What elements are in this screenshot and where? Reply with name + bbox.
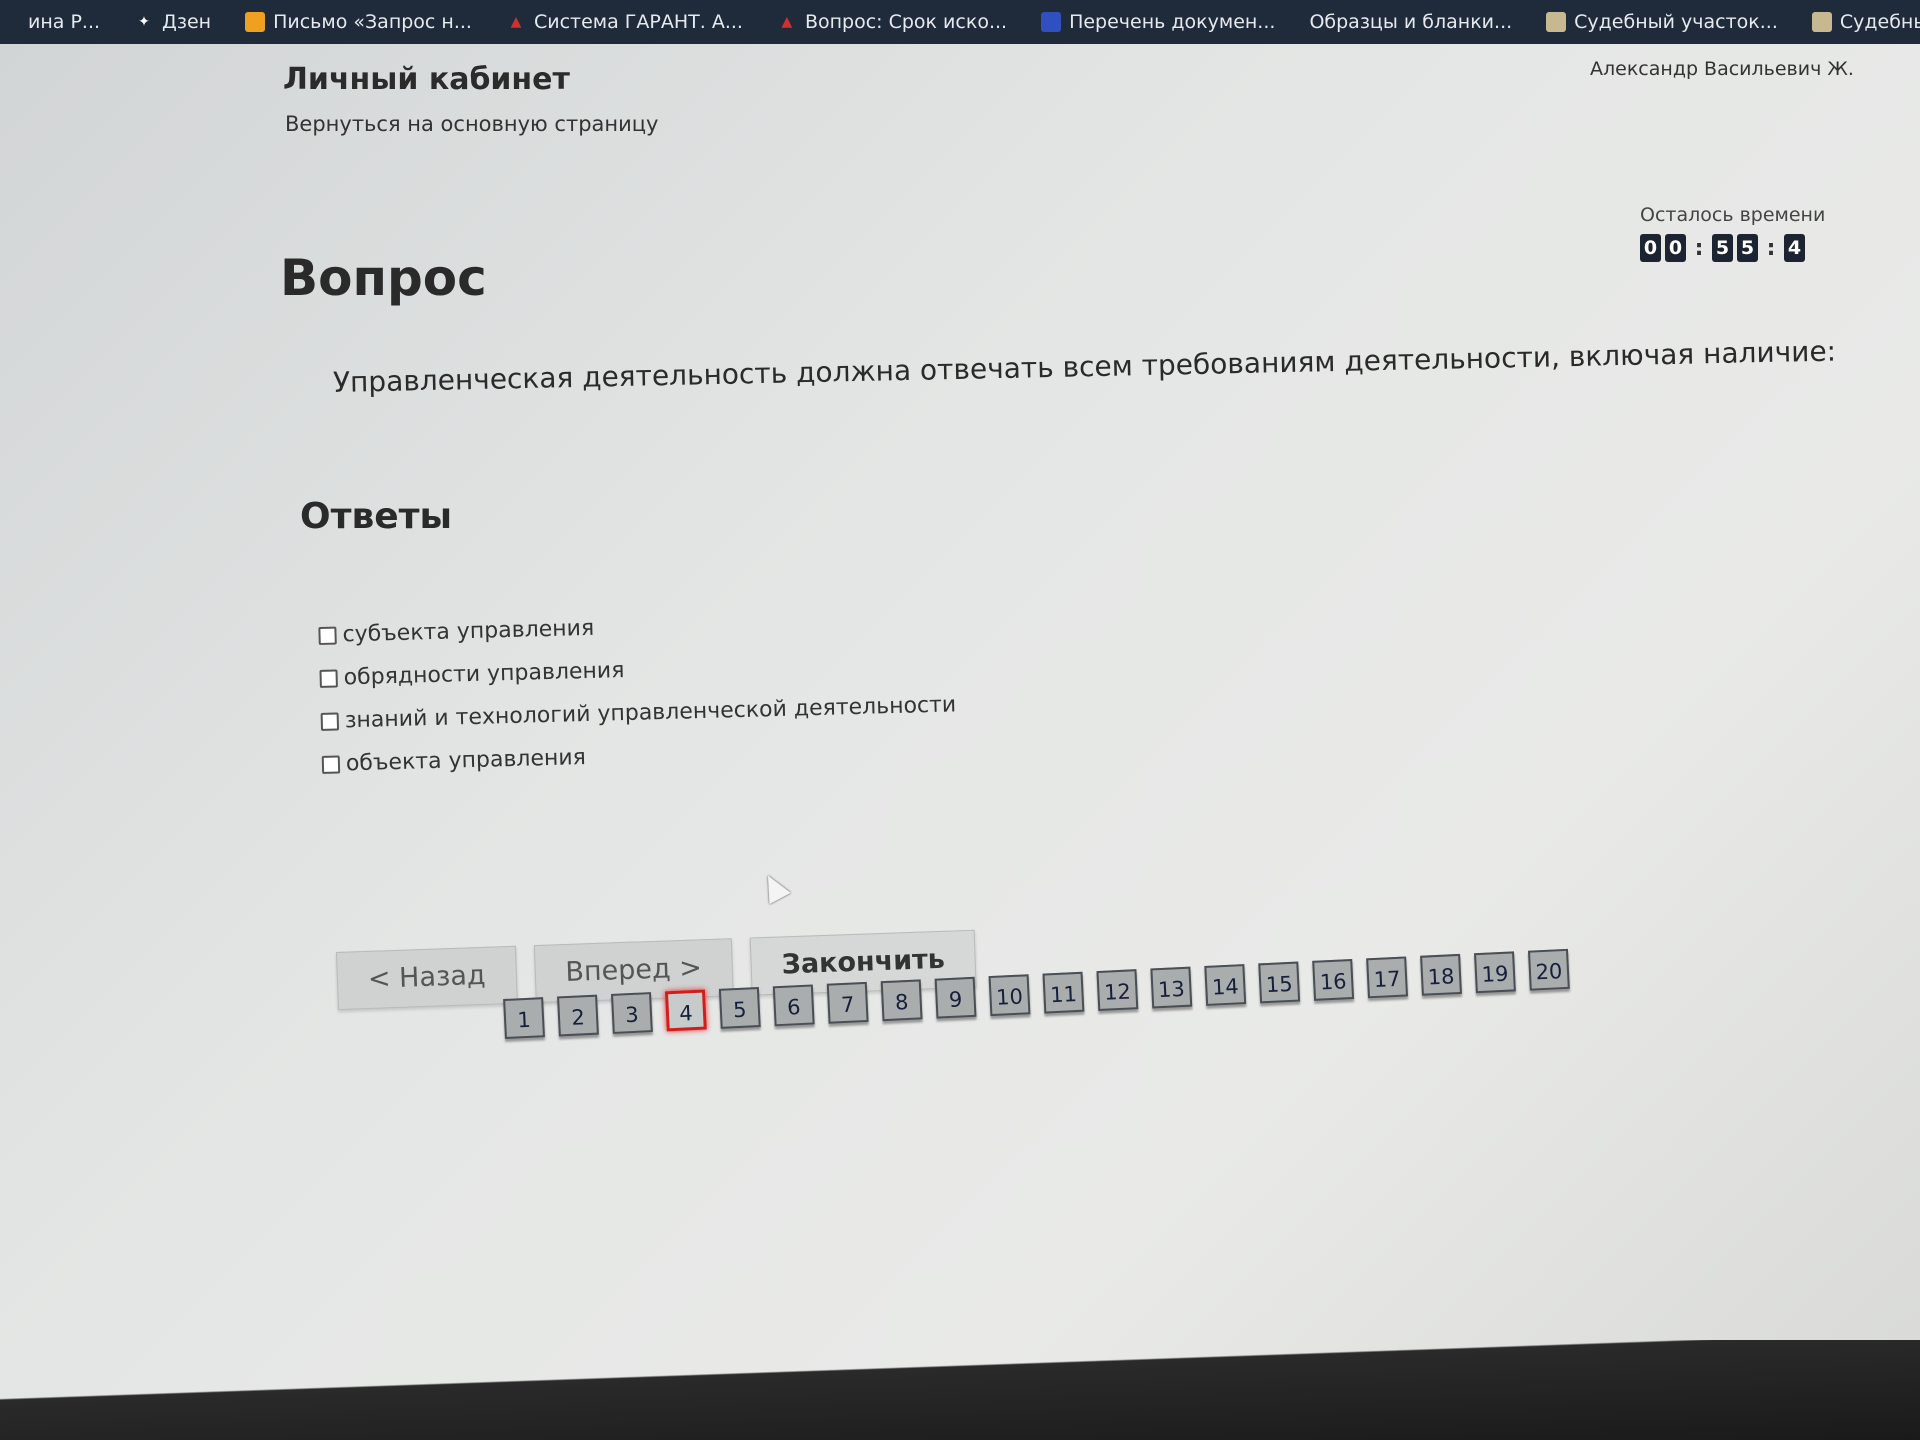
bookmark-label: Вопрос: Срок иско...	[804, 11, 1008, 33]
bookmark-1[interactable]: ✦ Дзен	[134, 11, 211, 33]
user-name: Александр Васильевич Ж.	[1590, 58, 1854, 80]
page-button[interactable]: 15	[1258, 961, 1301, 1004]
page-button[interactable]: 19	[1474, 951, 1516, 994]
doc-icon	[1041, 12, 1062, 32]
bookmarks-bar: ина Р... ✦ Дзен Письмо «Запрос н... ▲ Сист…	[0, 0, 1920, 44]
page-button[interactable]: 3	[610, 992, 653, 1034]
dzen-icon: ✦	[138, 14, 150, 30]
answer-label: субъекта управления	[342, 615, 595, 648]
page-button[interactable]: 17	[1366, 956, 1408, 999]
answer-label: объекта управления	[345, 745, 587, 777]
timer-separator: :	[1766, 235, 1776, 261]
answers-heading: Ответы	[300, 496, 453, 537]
page-button[interactable]: 16	[1312, 959, 1355, 1001]
bookmark-icon	[0, 12, 20, 32]
timer-digit: 4	[1784, 234, 1805, 262]
countdown-timer: 0 0 : 5 5 : 4	[1640, 234, 1805, 262]
monitor-bezel	[0, 1340, 1920, 1440]
bookmark-2[interactable]: Письмо «Запрос н...	[245, 11, 472, 33]
question-heading: Вопрос	[280, 249, 487, 307]
timer-label: Осталось времени	[1640, 204, 1826, 226]
bookmark-8[interactable]: Судебный участок...	[1811, 11, 1920, 33]
page-button[interactable]: 14	[1204, 964, 1247, 1006]
bookmark-0[interactable]: ина Р...	[0, 11, 100, 33]
page-button[interactable]: 18	[1420, 953, 1462, 996]
bookmark-label: Система ГАРАНТ. А...	[533, 11, 743, 33]
bookmark-label: Судебный участок...	[1839, 11, 1920, 33]
timer-digit: 0	[1665, 234, 1686, 262]
bookmark-label: Письмо «Запрос н...	[273, 11, 472, 33]
bookmark-3[interactable]: ▲ Система ГАРАНТ. А...	[506, 11, 743, 33]
page-button[interactable]: 11	[1042, 971, 1085, 1014]
answer-list: субъекта управления обрядности управлени…	[318, 597, 958, 786]
bookmark-6[interactable]: Образцы и бланки...	[1309, 11, 1512, 33]
timer-digit: 5	[1737, 234, 1758, 262]
page-button-current[interactable]: 4	[664, 989, 707, 1032]
page-content: Личный кабинет Вернуться на основную стр…	[0, 44, 1920, 1440]
mail-icon	[245, 12, 266, 32]
bookmark-label: Дзен	[162, 11, 212, 33]
page-button[interactable]: 7	[826, 981, 869, 1024]
page-title: Личный кабинет	[283, 62, 570, 97]
timer-digit: 0	[1640, 234, 1661, 262]
timer-separator: :	[1694, 235, 1704, 261]
question-text: Управленческая деятельность должна отвеч…	[332, 334, 1837, 399]
page-button[interactable]: 6	[772, 984, 815, 1027]
court-icon	[1546, 12, 1567, 32]
page-button[interactable]: 13	[1150, 966, 1193, 1009]
page-button[interactable]: 9	[934, 976, 977, 1019]
page-button[interactable]: 12	[1096, 969, 1139, 1012]
bookmark-4[interactable]: ▲ Вопрос: Срок иско...	[777, 11, 1008, 33]
garant-icon: ▲	[510, 14, 522, 30]
bookmark-label: Образцы и бланки...	[1309, 11, 1513, 33]
page-button[interactable]: 1	[503, 997, 545, 1039]
page-button[interactable]: 2	[557, 994, 599, 1037]
bookmark-label: Перечень докумен...	[1069, 11, 1276, 33]
page-button[interactable]: 20	[1527, 948, 1570, 991]
page-button[interactable]: 10	[988, 974, 1031, 1017]
answer-checkbox[interactable]	[321, 754, 341, 774]
answer-checkbox[interactable]	[320, 711, 340, 731]
page-button[interactable]: 5	[718, 986, 761, 1029]
page-button[interactable]: 8	[880, 979, 923, 1022]
back-button[interactable]: < Назад	[335, 945, 518, 1010]
timer-digit: 5	[1712, 234, 1733, 262]
bookmark-5[interactable]: Перечень докумен...	[1041, 11, 1275, 33]
answer-checkbox[interactable]	[319, 669, 338, 688]
bookmark-label: Судебный участок...	[1574, 11, 1778, 33]
answer-checkbox[interactable]	[318, 626, 337, 645]
answer-label: знаний и технологий управленческой деяте…	[344, 692, 957, 734]
bookmark-7[interactable]: Судебный участок...	[1546, 11, 1778, 33]
back-to-main-link[interactable]: Вернуться на основную страницу	[285, 112, 659, 136]
bookmark-label: ина Р...	[28, 11, 101, 33]
court-icon	[1811, 12, 1832, 32]
answer-label: обрядности управления	[343, 658, 625, 691]
question-icon: ▲	[781, 14, 793, 30]
mouse-cursor-icon	[757, 869, 791, 905]
